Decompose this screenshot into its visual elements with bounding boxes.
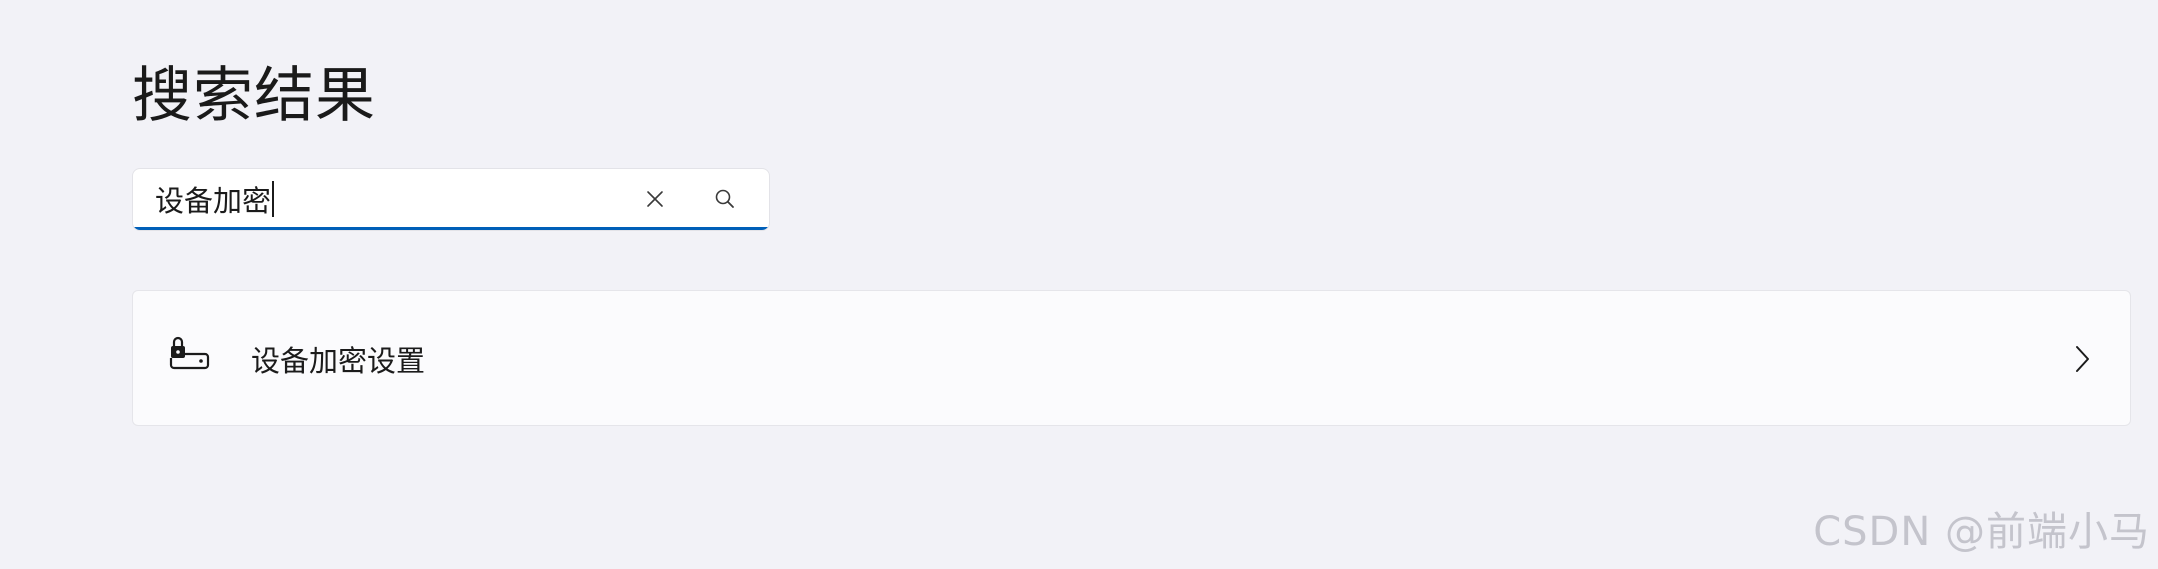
search-box[interactable]: 设备加密 [132,168,770,231]
search-button[interactable] [705,179,745,219]
close-icon [647,191,663,207]
search-focus-underline [133,227,769,230]
text-caret [272,181,275,217]
clear-search-button[interactable] [635,179,675,219]
result-item-device-encryption[interactable]: 设备加密设置 [132,290,2131,426]
watermark: CSDN @前端小马 [1813,509,2150,555]
page-title: 搜索结果 [132,61,376,131]
chevron-right-icon [2076,346,2089,372]
result-label: 设备加密设置 [251,344,426,378]
search-icon [715,189,734,208]
search-input[interactable]: 设备加密 [155,169,275,229]
drive-lock-icon [169,336,210,370]
search-input-value: 设备加密 [155,184,272,218]
